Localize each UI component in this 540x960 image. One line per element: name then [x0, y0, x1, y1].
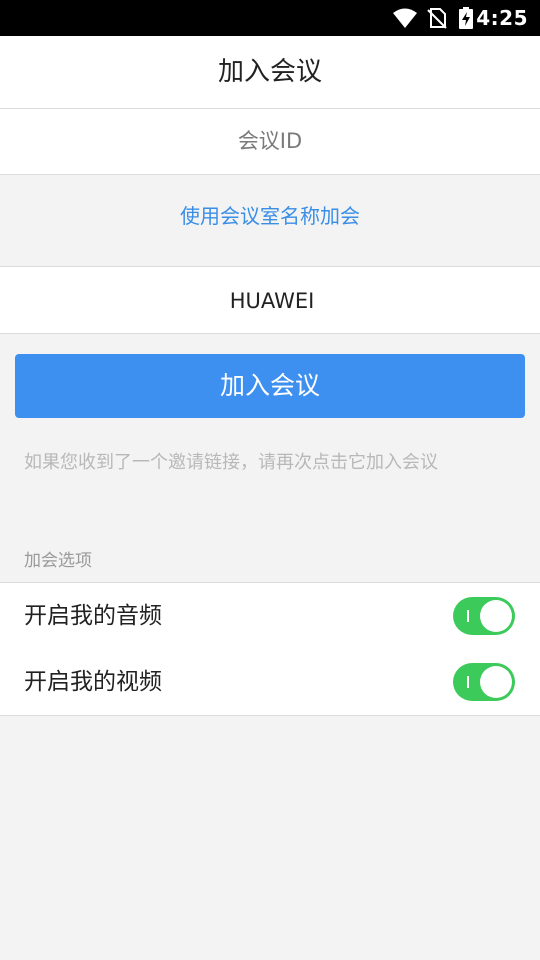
room-name-input[interactable] — [0, 267, 540, 335]
option-video-label: 开启我的视频 — [24, 669, 162, 695]
option-video-row: 开启我的视频 — [0, 649, 540, 716]
status-bar: 4:25 — [0, 0, 540, 36]
battery-charging-icon — [458, 7, 474, 33]
status-time: 4:25 — [476, 6, 528, 30]
page-title: 加入会议 — [0, 36, 540, 109]
audio-toggle[interactable] — [453, 597, 515, 635]
options-header: 加会选项 — [24, 551, 92, 571]
toggle-on-mark — [467, 610, 469, 622]
use-room-name-link[interactable]: 使用会议室名称加会 — [0, 200, 540, 229]
toggle-knob — [480, 666, 512, 698]
invite-link-hint: 如果您收到了一个邀请链接，请再次点击它加入会议 — [24, 452, 438, 473]
toggle-knob — [480, 600, 512, 632]
meeting-id-row[interactable]: 会议ID — [0, 109, 540, 175]
option-audio-row: 开启我的音频 — [0, 582, 540, 649]
no-sim-icon — [426, 7, 448, 33]
video-toggle[interactable] — [453, 663, 515, 701]
join-meeting-button[interactable]: 加入会议 — [15, 354, 525, 418]
wifi-icon — [392, 7, 418, 33]
toggle-on-mark — [467, 676, 469, 688]
meeting-id-label: 会议ID — [237, 129, 303, 153]
option-audio-label: 开启我的音频 — [24, 603, 162, 629]
room-name-field[interactable] — [0, 266, 540, 335]
